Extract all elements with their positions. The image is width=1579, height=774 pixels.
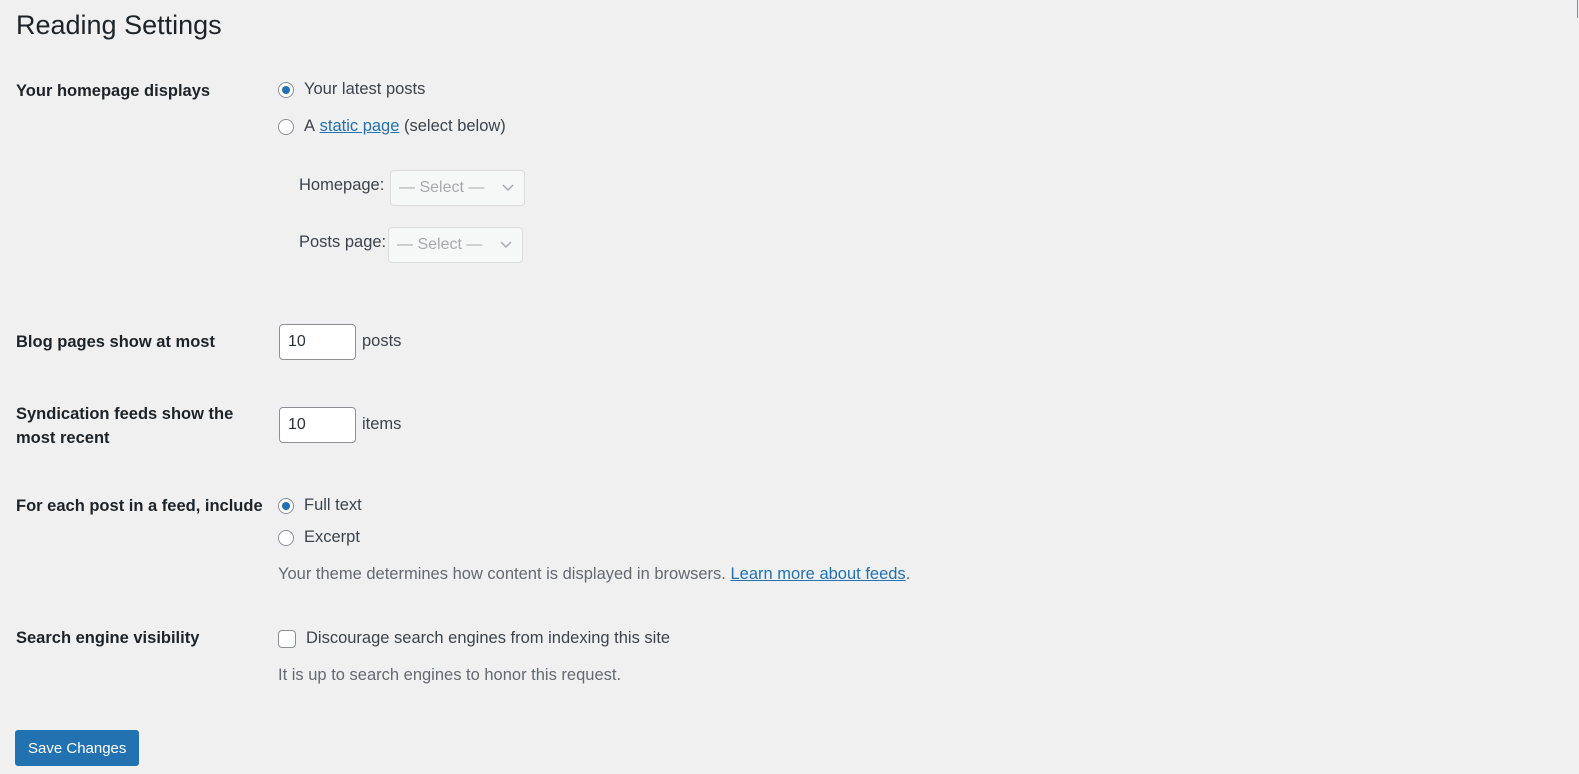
homepage-select-label: Homepage: — [299, 176, 385, 194]
posts-per-page-input[interactable]: 10 — [279, 324, 356, 360]
discourage-search-checkbox[interactable]: Discourage search engines from indexing … — [278, 629, 670, 648]
page-title: Reading Settings — [16, 10, 222, 40]
radio-excerpt[interactable]: Excerpt — [278, 528, 360, 547]
radio-icon[interactable] — [278, 118, 294, 135]
learn-more-feeds-link[interactable]: Learn more about feeds — [730, 565, 905, 583]
search-visibility-label: Search engine visibility — [16, 629, 200, 647]
feed-description-text: Your theme determines how content is dis… — [278, 565, 726, 583]
checkbox-label: Discourage search engines from indexing … — [306, 629, 671, 647]
feed-description-suffix: . — [905, 565, 911, 583]
radio-label: Excerpt — [304, 528, 360, 546]
posts-per-page-value: 10 — [288, 333, 306, 350]
radio-icon[interactable] — [278, 529, 294, 546]
radio-label-suffix: (select below) — [404, 117, 506, 135]
radio-label-prefix: A — [304, 117, 316, 135]
save-changes-button[interactable]: Save Changes — [15, 730, 140, 766]
search-visibility-description: It is up to search engines to honor this… — [278, 666, 622, 684]
posts-unit: posts — [362, 332, 402, 350]
posts-page-select[interactable]: — Select — — [388, 227, 523, 263]
syndication-label-line1: Syndication feeds show the — [16, 405, 234, 423]
static-page-link[interactable]: static page — [320, 117, 400, 136]
radio-latest-posts[interactable]: Your latest posts — [278, 80, 425, 99]
homepage-displays-label: Your homepage displays — [16, 82, 211, 100]
blog-pages-label: Blog pages show at most — [16, 333, 215, 351]
items-unit: items — [362, 415, 402, 433]
radio-full-text[interactable]: Full text — [278, 496, 362, 515]
feed-items-input[interactable]: 10 — [279, 407, 356, 443]
feed-include-label: For each post in a feed, include — [16, 497, 263, 515]
radio-label: Your latest posts — [304, 80, 426, 98]
chevron-down-icon — [502, 184, 514, 192]
feed-description: Your theme determines how content is dis… — [278, 565, 910, 584]
radio-static-page[interactable]: A static page (select below) — [278, 117, 506, 136]
scrollbar-edge — [1577, 0, 1578, 18]
checkbox-icon[interactable] — [278, 629, 296, 648]
radio-icon[interactable] — [278, 497, 294, 514]
feed-items-value: 10 — [288, 416, 306, 433]
homepage-select[interactable]: — Select — — [390, 170, 525, 206]
posts-page-select-label: Posts page: — [299, 233, 387, 251]
radio-label: Full text — [304, 496, 362, 514]
homepage-select-value: — Select — — [399, 179, 485, 196]
syndication-label-line2: most recent — [16, 429, 110, 447]
chevron-down-icon — [500, 241, 512, 249]
radio-icon[interactable] — [278, 81, 294, 98]
posts-page-select-value: — Select — — [397, 236, 483, 253]
